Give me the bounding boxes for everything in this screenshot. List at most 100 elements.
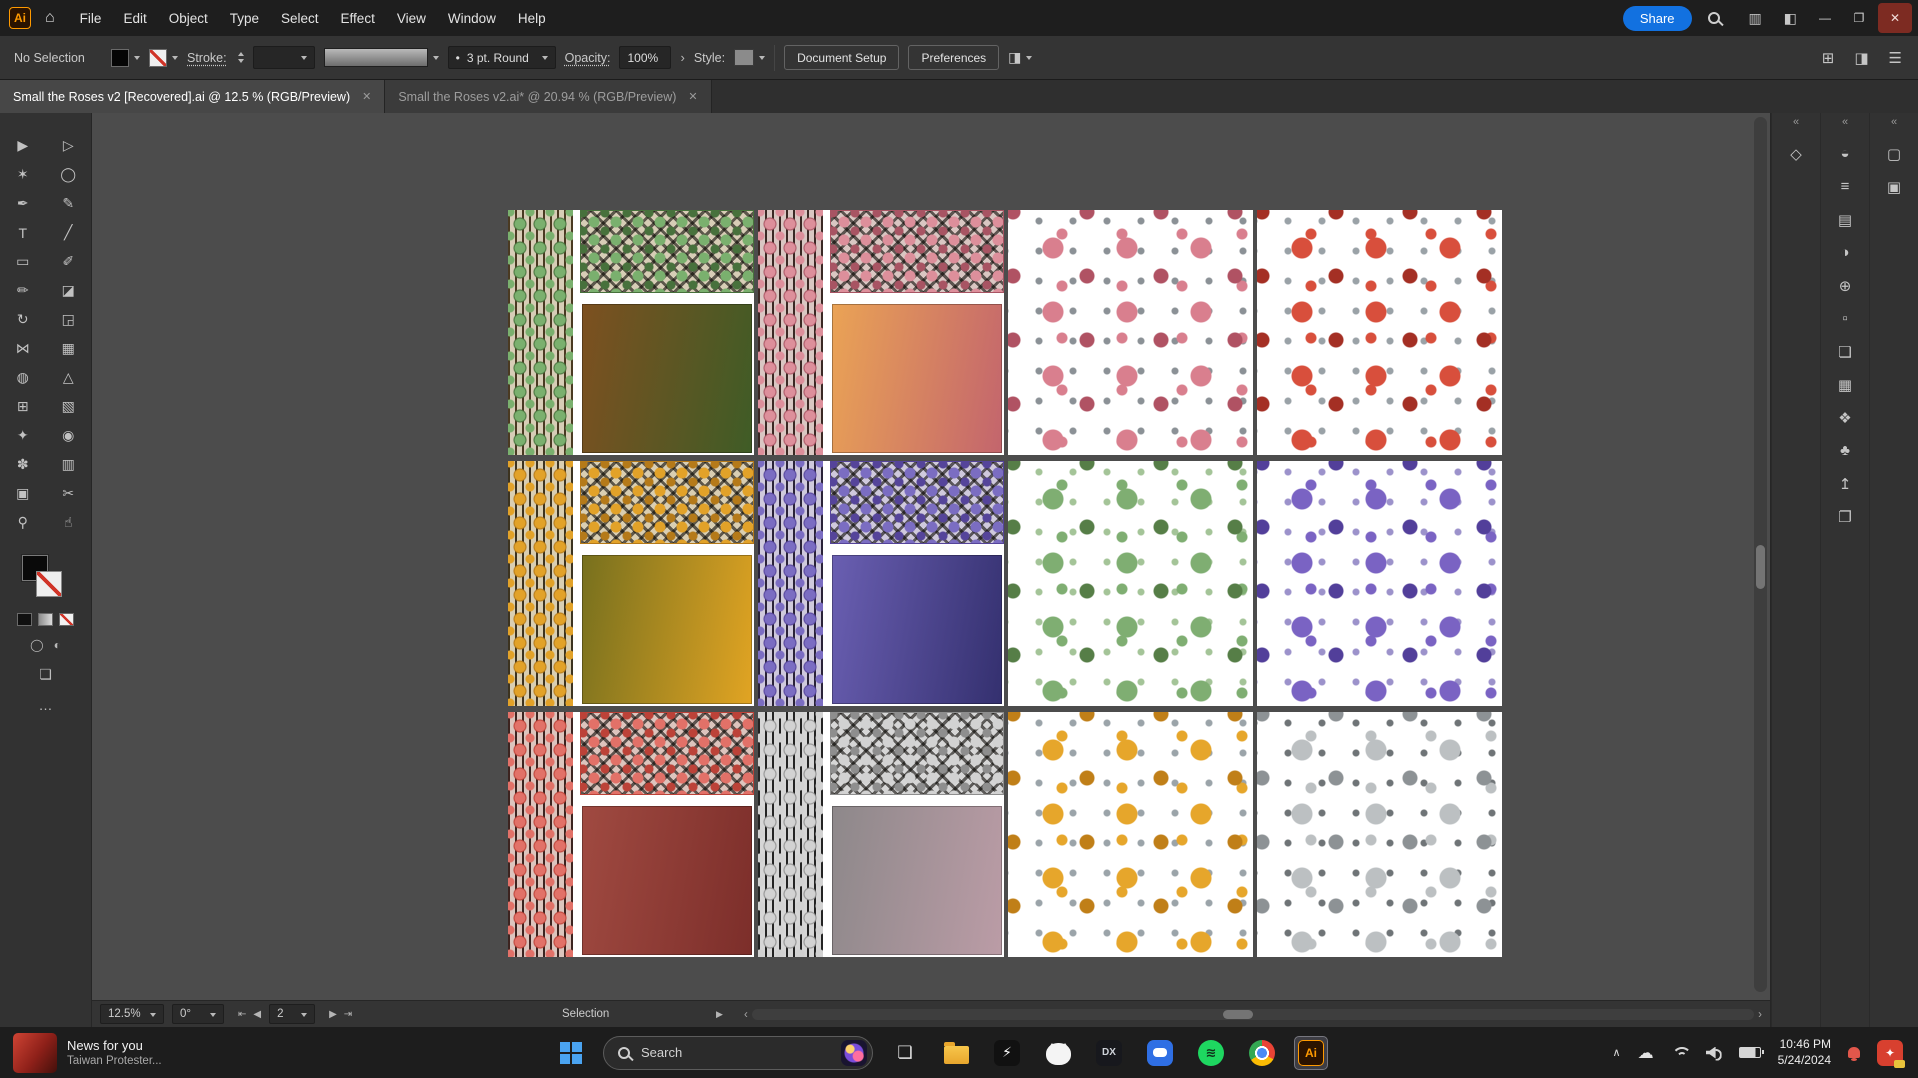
floral-tile-red[interactable] [1257, 210, 1502, 455]
vertical-scrollbar-thumb[interactable] [1756, 545, 1765, 589]
slice-tool[interactable]: ✂ [46, 479, 92, 508]
zap-app-icon[interactable]: ⚡ [988, 1033, 1026, 1073]
restore-button[interactable]: ❐ [1842, 3, 1876, 33]
rotate-tool[interactable]: ↻ [0, 305, 46, 334]
chrome-icon[interactable] [1243, 1033, 1281, 1073]
control-menu-icon[interactable]: ☰ [1889, 49, 1902, 67]
draw-normal-icon[interactable]: ◯ [30, 638, 43, 652]
free-transform-tool[interactable]: ▦ [46, 334, 92, 363]
pattern-set-gray[interactable] [758, 712, 1004, 957]
menu-type[interactable]: Type [219, 7, 270, 30]
pattern-set-coral[interactable] [508, 712, 754, 957]
direct-selection-tool[interactable]: ▷ [46, 131, 92, 160]
next-artboard-icon[interactable]: ▶ [329, 1009, 337, 1020]
line-segment-tool[interactable]: ╱ [46, 218, 92, 247]
floral-tile-purple[interactable] [1257, 461, 1502, 706]
layers-panel-icon[interactable]: ❏ [1827, 336, 1863, 367]
opacity-label[interactable]: Opacity: [565, 51, 611, 65]
swatches-panel-icon[interactable]: ▤ [1827, 204, 1863, 235]
tab-close-icon[interactable]: ✕ [362, 90, 371, 103]
brush-style-dropdown[interactable]: •3 pt. Round [448, 46, 556, 69]
eraser-tool[interactable]: ◪ [46, 276, 92, 305]
document-tab-1[interactable]: Small the Roses v2 [Recovered].ai @ 12.5… [0, 80, 385, 113]
hand-tool[interactable]: ☝ [46, 508, 92, 537]
menu-file[interactable]: File [69, 7, 113, 30]
chat-app-icon[interactable] [1141, 1033, 1179, 1073]
selection-tool[interactable]: ▶ [0, 131, 46, 160]
fill-stroke-indicator[interactable] [20, 555, 72, 601]
first-artboard-icon[interactable]: ⇤ [238, 1009, 246, 1020]
artboard-tool[interactable]: ▣ [0, 479, 46, 508]
transparency-panel-icon[interactable]: ▫ [1827, 303, 1863, 334]
status-flyout-icon[interactable]: ▶ [716, 1009, 723, 1020]
stroke-weight-dropdown[interactable] [253, 46, 315, 69]
zoom-tool[interactable]: ⚲ [0, 508, 46, 537]
minimize-button[interactable]: — [1808, 3, 1842, 33]
illustrator-taskbar-button[interactable]: Ai [1294, 1036, 1328, 1070]
3d-panel-icon[interactable]: ◇ [1778, 138, 1814, 169]
export-panel-icon[interactable]: ↥ [1827, 468, 1863, 499]
zoom-dropdown[interactable]: 12.5% [100, 1004, 164, 1024]
scale-tool[interactable]: ◲ [46, 305, 92, 334]
blend-tool[interactable]: ◉ [46, 421, 92, 450]
shape-builder-tool[interactable]: ◍ [0, 363, 46, 392]
lasso-tool[interactable]: ◯ [46, 160, 92, 189]
brush-definition-dropdown[interactable] [324, 48, 439, 67]
search-highlight-image[interactable] [841, 1040, 867, 1066]
artboard-number-dropdown[interactable]: 2 [269, 1004, 315, 1024]
stroke-swatch[interactable] [149, 49, 178, 67]
screen-mode-icon[interactable]: ❏ [39, 666, 52, 683]
draw-inside-icon[interactable]: ◐ [54, 638, 61, 652]
shaper-tool[interactable]: ✏ [0, 276, 46, 305]
document-setup-button[interactable]: Document Setup [784, 45, 899, 70]
menu-help[interactable]: Help [507, 7, 557, 30]
start-button[interactable] [552, 1033, 590, 1073]
document-canvas[interactable] [92, 113, 1770, 1000]
gradient-panel-icon[interactable]: ◑ [1827, 237, 1863, 268]
type-tool[interactable]: T [0, 218, 46, 247]
collapse-panels-icon[interactable]: « [1891, 116, 1897, 128]
menu-select[interactable]: Select [270, 7, 330, 30]
prev-artboard-icon[interactable]: ◀ [253, 1009, 261, 1020]
floral-tile-pink[interactable] [1008, 210, 1253, 455]
align-panel-icon[interactable]: ⊕ [1827, 270, 1863, 301]
hidden-icons-chevron[interactable]: ∧ [1613, 1046, 1621, 1059]
last-artboard-icon[interactable]: ⇥ [344, 1009, 352, 1020]
symbols-panel-icon[interactable]: ♣ [1827, 435, 1863, 466]
pattern-options-panel-icon[interactable]: ❖ [1827, 402, 1863, 433]
color-mode-button[interactable] [17, 613, 32, 626]
pen-tool[interactable]: ✒ [0, 189, 46, 218]
symbol-sprayer-tool[interactable]: ✽ [0, 450, 46, 479]
menu-effect[interactable]: Effect [330, 7, 386, 30]
onedrive-cloud-icon[interactable]: ☁ [1638, 1043, 1654, 1063]
collapse-panels-icon[interactable]: « [1793, 116, 1799, 128]
scroll-right-icon[interactable]: › [1758, 1009, 1762, 1021]
gradient-mode-button[interactable] [38, 613, 53, 626]
pattern-set-green[interactable] [508, 210, 754, 455]
workspace-switcher-icon[interactable]: ◧ [1784, 10, 1797, 27]
pattern-set-pink[interactable] [758, 210, 1004, 455]
panel-dock-icon[interactable]: ◨ [1854, 49, 1868, 67]
file-explorer-icon[interactable] [937, 1033, 975, 1073]
menu-object[interactable]: Object [158, 7, 219, 30]
task-view-button[interactable]: ❏ [886, 1033, 924, 1073]
align-options-dropdown[interactable]: ◨ [1008, 49, 1032, 66]
opacity-flyout-icon[interactable]: › [680, 50, 684, 65]
menu-window[interactable]: Window [437, 7, 507, 30]
artboards-panel-icon[interactable]: ▦ [1827, 369, 1863, 400]
properties-panel-icon[interactable]: ≡ [1827, 171, 1863, 202]
style-dropdown[interactable] [734, 49, 765, 66]
floral-tile-yellow[interactable] [1008, 712, 1253, 957]
floral-tile-grayscale[interactable] [1257, 712, 1502, 957]
history-panel-icon[interactable]: ▣ [1876, 171, 1912, 202]
close-button[interactable]: ✕ [1878, 3, 1912, 33]
eyedropper-tool[interactable]: ✦ [0, 421, 46, 450]
scroll-left-icon[interactable]: ‹ [744, 1009, 748, 1021]
volume-icon[interactable] [1706, 1047, 1722, 1059]
rectangle-tool[interactable]: ▭ [0, 247, 46, 276]
home-icon[interactable]: ⌂ [45, 9, 55, 27]
stroke-weight-stepper[interactable] [238, 49, 244, 66]
perspective-grid-tool[interactable]: △ [46, 363, 92, 392]
battery-icon[interactable] [1739, 1047, 1761, 1058]
menu-edit[interactable]: Edit [112, 7, 157, 30]
